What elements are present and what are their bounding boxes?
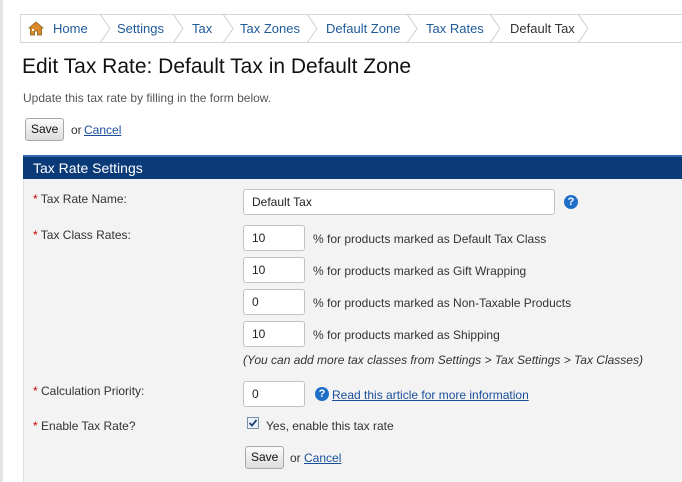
breadcrumb-home[interactable]: Home [53,15,88,42]
required-marker: * [33,419,38,433]
rate-gift-wrapping-text: % for products marked as Gift Wrapping [313,264,527,278]
rate-default-tax-class-text: % for products marked as Default Tax Cla… [313,232,547,246]
tax-rate-name-label-text: Tax Rate Name: [40,192,127,206]
help-icon[interactable]: ? [564,195,578,209]
breadcrumb-separator [489,14,501,43]
required-marker: * [33,192,38,206]
breadcrumb-separator [406,14,418,43]
tax-class-rates-label-text: Tax Class Rates: [40,228,131,242]
calculation-priority-label: * Calculation Priority: [33,384,144,398]
enable-tax-rate-label: * Enable Tax Rate? [33,419,136,433]
calculation-priority-input[interactable] [243,381,305,407]
breadcrumb: Home Settings Tax Tax Zones Default Zone… [20,14,682,43]
breadcrumb-separator [99,14,111,43]
save-button[interactable]: Save [25,118,65,141]
breadcrumb-separator [172,14,184,43]
breadcrumb-default-tax: Default Tax [510,21,575,36]
or-text: or [290,451,301,465]
rate-shipping-input[interactable] [243,321,305,347]
enable-tax-rate-checkbox-label[interactable]: Yes, enable this tax rate [266,419,394,433]
required-marker: * [33,384,38,398]
breadcrumb-separator [577,14,589,43]
enable-tax-rate-checkbox[interactable] [247,417,259,429]
tax-rate-name-input[interactable] [243,189,555,215]
help-article-link[interactable]: Read this article for more information [332,388,529,402]
breadcrumb-tax-rates[interactable]: Tax Rates [426,15,484,42]
required-marker: * [33,228,38,242]
left-border [0,0,3,482]
breadcrumb-tax[interactable]: Tax [192,15,212,42]
breadcrumb-separator [222,14,234,43]
rate-default-tax-class-input[interactable] [243,225,305,251]
breadcrumb-settings[interactable]: Settings [117,15,164,42]
breadcrumb-default-zone[interactable]: Default Zone [326,15,400,42]
rate-non-taxable-input[interactable] [243,289,305,315]
tax-classes-note: (You can add more tax classes from Setti… [243,353,643,367]
enable-tax-rate-label-text: Enable Tax Rate? [41,419,136,433]
or-text: or [71,123,82,137]
page-title: Edit Tax Rate: Default Tax in Default Zo… [22,55,412,78]
save-button-bottom[interactable]: Save [245,446,285,469]
rate-shipping-text: % for products marked as Shipping [313,328,500,342]
check-icon [248,419,258,427]
home-icon[interactable] [28,21,44,36]
breadcrumb-tax-zones[interactable]: Tax Zones [240,15,300,42]
page-intro: Update this tax rate by filling in the f… [23,91,272,105]
calculation-priority-label-text: Calculation Priority: [41,384,145,398]
cancel-link[interactable]: Cancel [84,123,121,137]
rate-non-taxable-text: % for products marked as Non-Taxable Pro… [313,296,572,310]
rate-gift-wrapping-input[interactable] [243,257,305,283]
breadcrumb-separator [306,14,318,43]
help-icon[interactable]: ? [315,387,329,401]
cancel-link-bottom[interactable]: Cancel [304,451,341,465]
tax-rate-name-label: * Tax Rate Name: [33,192,127,206]
panel-title: Tax Rate Settings [23,155,682,179]
tax-class-rates-label: * Tax Class Rates: [33,228,131,242]
